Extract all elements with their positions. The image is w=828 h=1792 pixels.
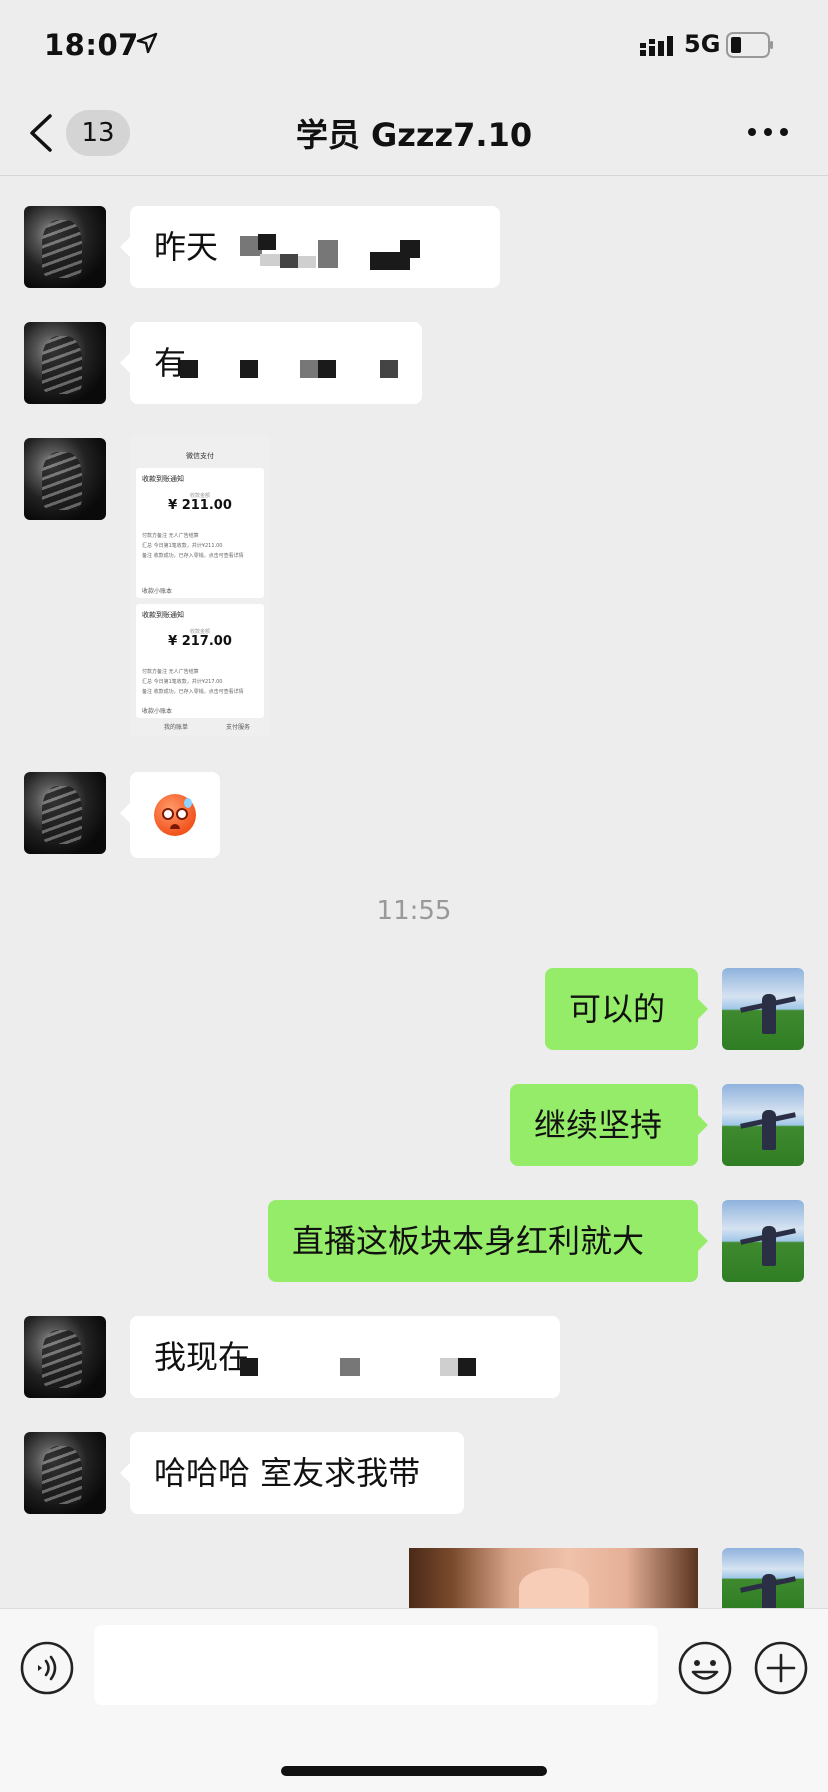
time-divider: 11:55 (376, 896, 452, 926)
emoji-icon[interactable] (678, 1641, 732, 1695)
redaction-mosaic (380, 360, 398, 378)
outgoing-message[interactable]: 直播这板块本身红利就大 (268, 1200, 708, 1282)
my-avatar[interactable] (722, 1548, 804, 1608)
bottom-left-label: 我的账单 (164, 724, 189, 731)
redaction-mosaic (240, 360, 258, 378)
message-text: 可以的 (569, 990, 666, 1028)
message-text: 昨天 (154, 228, 219, 266)
card-title: 收款到账通知 (142, 475, 184, 483)
outgoing-message[interactable]: 可以的 (545, 968, 708, 1050)
payment-card: 收款到账通知 收款金额 ¥ 211.00 付款方备注 无人广告结算 汇总 今日第… (136, 468, 264, 598)
chat-title: 学员 Gzzz7.10 (295, 116, 533, 154)
status-time: 18:07 (44, 28, 139, 62)
card-line: 付款方备注 无人广告结算 (142, 669, 199, 675)
voice-input-icon[interactable] (20, 1641, 74, 1695)
card-line: 备注 收款成功，已存入零钱。点击可查看详情 (142, 689, 244, 695)
card-title: 收款到账通知 (142, 611, 184, 619)
redaction-mosaic (370, 252, 410, 270)
card-footer: 收款小账本 (142, 708, 173, 715)
my-avatar[interactable] (722, 968, 804, 1050)
redaction-mosaic (458, 1358, 476, 1376)
screenshot-header: 微信支付 (186, 452, 214, 460)
redaction-mosaic (298, 256, 316, 268)
redaction-mosaic (340, 1358, 360, 1376)
contact-avatar[interactable] (24, 772, 106, 854)
message-text: 继续坚持 (534, 1106, 663, 1144)
flushed-face-emoji-icon (154, 794, 196, 836)
sticker-image[interactable] (409, 1548, 698, 1608)
network-type: 5G (684, 30, 721, 58)
redaction-mosaic (258, 234, 276, 250)
contact-avatar[interactable] (24, 1316, 106, 1398)
outgoing-message[interactable]: 继续坚持 (510, 1084, 708, 1166)
more-options-icon[interactable] (746, 122, 790, 142)
my-avatar[interactable] (722, 1200, 804, 1282)
contact-avatar[interactable] (24, 206, 106, 288)
chat-input-bar (0, 1608, 828, 1792)
redaction-mosaic (300, 360, 320, 378)
contact-avatar[interactable] (24, 1432, 106, 1514)
message-text: 哈哈哈 室友求我带 (154, 1454, 421, 1492)
redaction-mosaic (240, 1358, 258, 1376)
status-bar: 18:07 5G (0, 0, 828, 90)
incoming-message[interactable]: 我现在 (130, 1316, 560, 1398)
contact-avatar[interactable] (24, 322, 106, 404)
card-line: 汇总 今日第1笔收款，共计¥217.00 (142, 679, 223, 685)
amount: ¥ 217.00 (168, 634, 232, 649)
location-arrow-icon (136, 32, 158, 54)
cellular-signal-icon (640, 36, 673, 56)
amount: ¥ 211.00 (168, 498, 232, 513)
screenshot-bottom-bar: 我的账单 支付服务 (130, 718, 270, 736)
message-text: 我现在 (154, 1338, 251, 1376)
contact-avatar[interactable] (24, 438, 106, 520)
redaction-mosaic (318, 240, 338, 268)
card-footer: 收款小账本 (142, 588, 173, 595)
redaction-mosaic (318, 360, 336, 378)
payment-card: 收款到账通知 收款金额 ¥ 217.00 付款方备注 无人广告结算 汇总 今日第… (136, 604, 264, 718)
message-text: 直播这板块本身红利就大 (292, 1222, 645, 1260)
bottom-right-label: 支付服务 (226, 724, 251, 731)
card-line: 备注 收款成功，已存入零钱。点击可查看详情 (142, 553, 244, 559)
incoming-message[interactable]: 昨天 (120, 206, 500, 288)
redaction-mosaic (280, 254, 298, 268)
redaction-mosaic (180, 360, 198, 378)
card-line: 付款方备注 无人广告结算 (142, 533, 199, 539)
battery-icon (726, 32, 773, 58)
redaction-mosaic (440, 1358, 458, 1376)
home-indicator[interactable] (281, 1766, 547, 1776)
payment-screenshot-image[interactable]: 微信支付 收款到账通知 收款金额 ¥ 211.00 付款方备注 无人广告结算 汇… (130, 436, 270, 736)
incoming-message[interactable]: 哈哈哈 室友求我带 (120, 1432, 464, 1514)
redaction-mosaic (260, 254, 280, 266)
chat-header: 13 学员 Gzzz7.10 (0, 90, 828, 176)
add-more-icon[interactable] (754, 1641, 808, 1695)
card-line: 汇总 今日第1笔收款，共计¥211.00 (142, 543, 223, 549)
incoming-message[interactable]: 有 (120, 322, 422, 404)
my-avatar[interactable] (722, 1084, 804, 1166)
message-input[interactable] (94, 1625, 658, 1705)
